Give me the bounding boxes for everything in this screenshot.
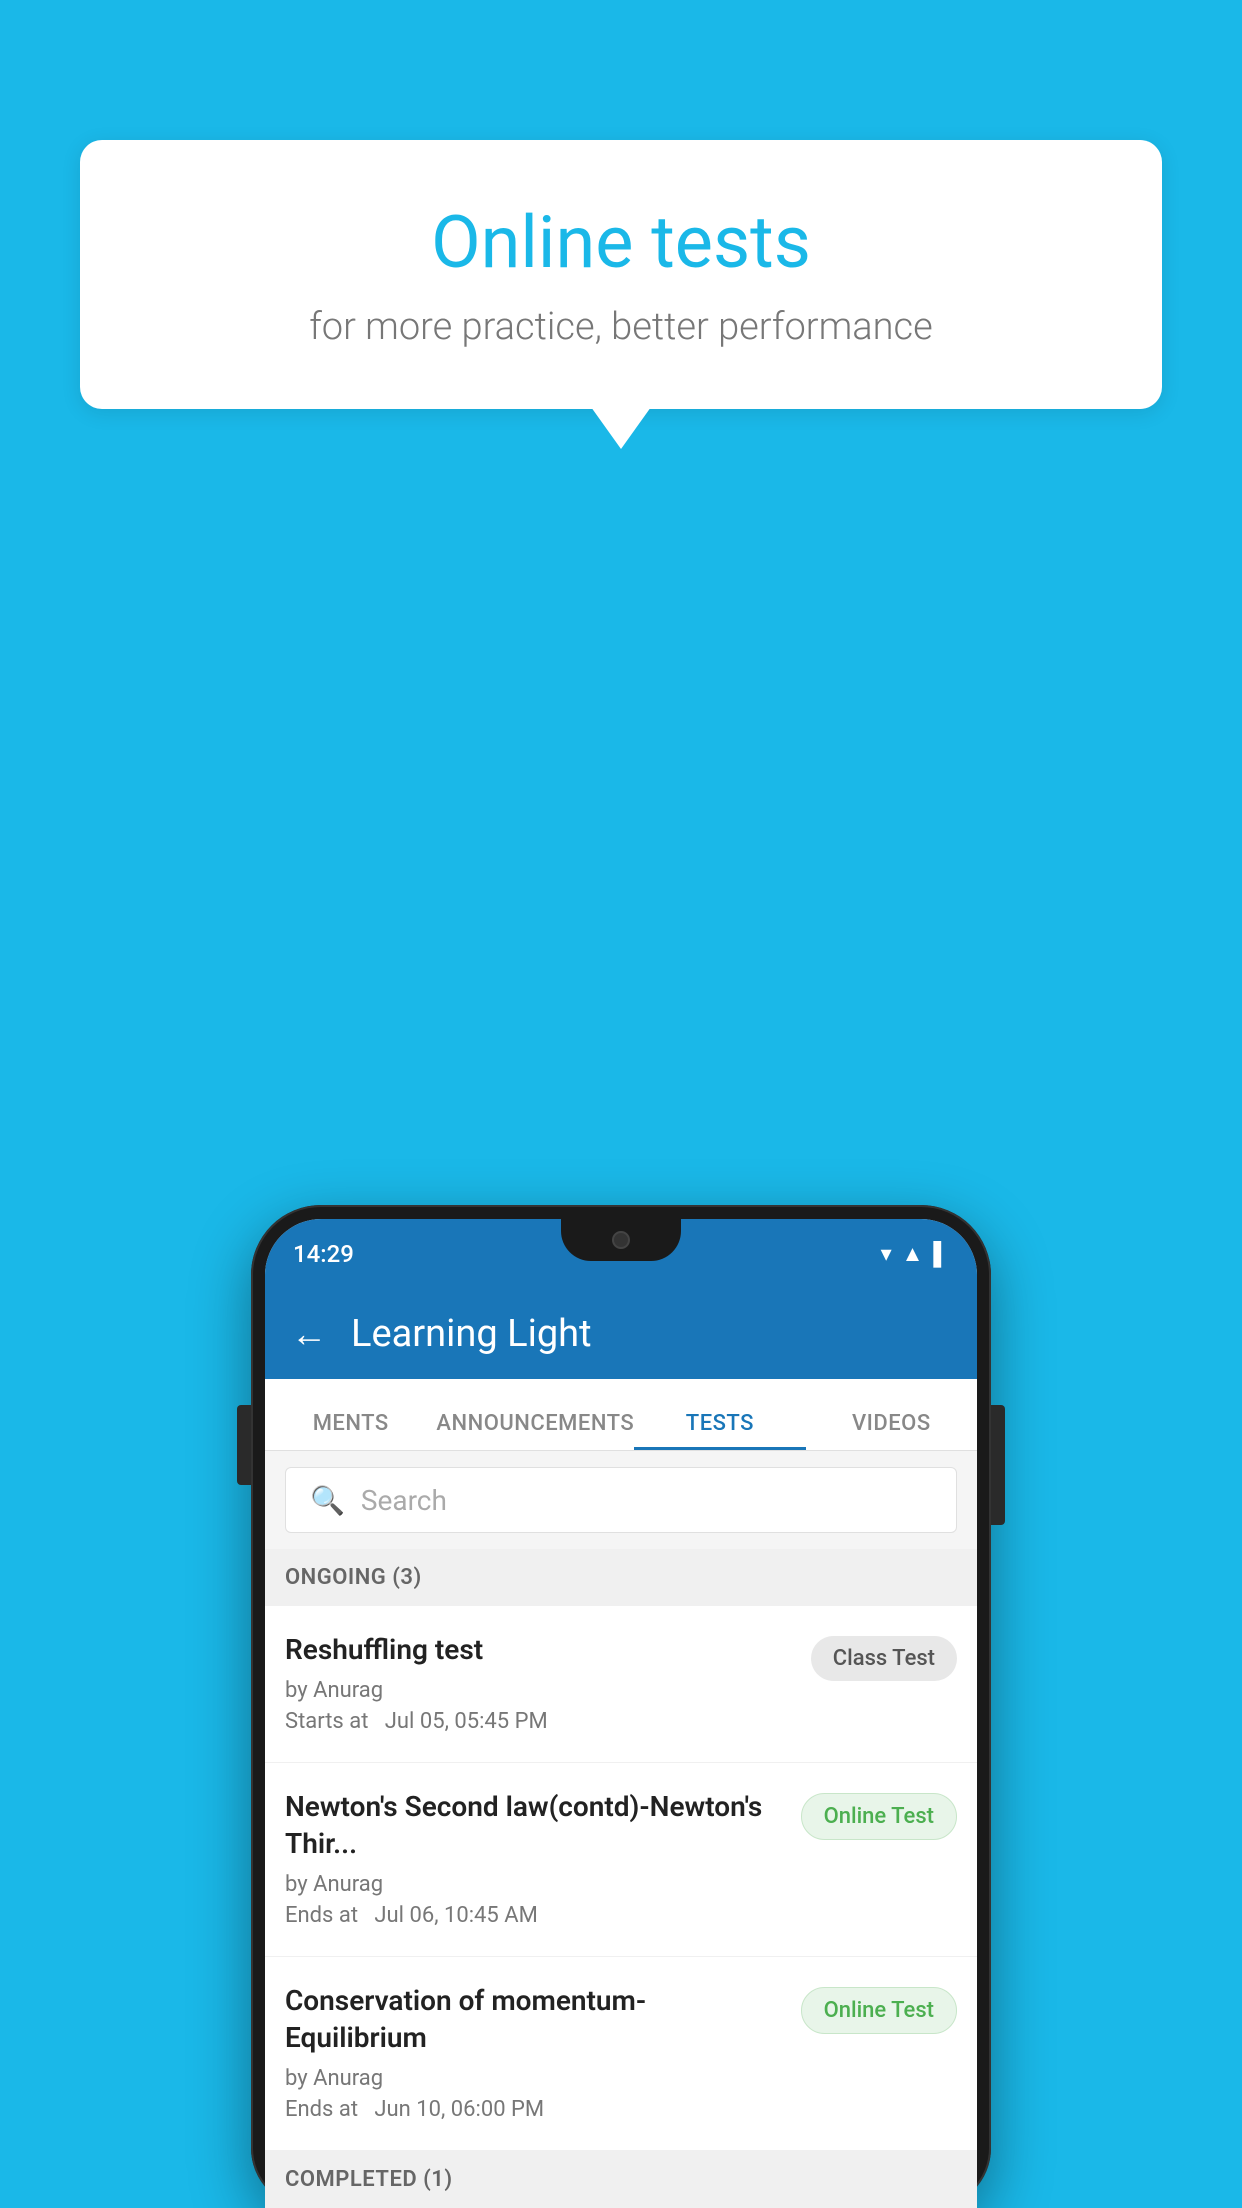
test-time-reshuffling: Starts at Jul 05, 05:45 PM	[285, 1709, 795, 1734]
speech-bubble: Online tests for more practice, better p…	[80, 140, 1162, 409]
test-by-reshuffling: by Anurag	[285, 1678, 795, 1703]
tab-tests[interactable]: TESTS	[634, 1411, 805, 1450]
search-container: 🔍 Search	[265, 1451, 977, 1549]
speech-bubble-subtitle: for more practice, better performance	[160, 305, 1082, 349]
status-icons: ▾ ▲ ▌	[881, 1241, 949, 1267]
test-name-reshuffling: Reshuffling test	[285, 1632, 795, 1668]
phone-wrapper: 14:29 ▾ ▲ ▌ ← Learning Light MENTS ANNOU…	[251, 1205, 991, 2208]
signal-icon: ▲	[902, 1241, 924, 1267]
wifi-icon: ▾	[881, 1242, 892, 1267]
speech-bubble-title: Online tests	[160, 200, 1082, 285]
test-by-newton: by Anurag	[285, 1872, 785, 1897]
badge-online-newton: Online Test	[801, 1793, 957, 1840]
test-info-newton: Newton's Second law(contd)-Newton's Thir…	[285, 1789, 785, 1928]
test-item-conservation[interactable]: Conservation of momentum-Equilibrium by …	[265, 1957, 977, 2151]
phone-outer: 14:29 ▾ ▲ ▌ ← Learning Light MENTS ANNOU…	[251, 1205, 991, 2208]
phone-screen: 14:29 ▾ ▲ ▌ ← Learning Light MENTS ANNOU…	[265, 1219, 977, 2208]
badge-class-reshuffling: Class Test	[811, 1636, 957, 1681]
test-time-conservation: Ends at Jun 10, 06:00 PM	[285, 2097, 785, 2122]
search-placeholder: Search	[361, 1484, 447, 1517]
back-button[interactable]: ←	[291, 1313, 327, 1355]
test-info-conservation: Conservation of momentum-Equilibrium by …	[285, 1983, 785, 2122]
tabs-bar: MENTS ANNOUNCEMENTS TESTS VIDEOS	[265, 1379, 977, 1451]
test-time-newton: Ends at Jul 06, 10:45 AM	[285, 1903, 785, 1928]
badge-online-conservation: Online Test	[801, 1987, 957, 2034]
app-bar: ← Learning Light	[265, 1289, 977, 1379]
camera-dot	[612, 1231, 630, 1249]
search-bar[interactable]: 🔍 Search	[285, 1467, 957, 1533]
test-name-conservation: Conservation of momentum-Equilibrium	[285, 1983, 785, 2056]
completed-section-header: COMPLETED (1)	[265, 2151, 977, 2208]
speech-bubble-container: Online tests for more practice, better p…	[80, 140, 1162, 409]
tab-ments[interactable]: MENTS	[265, 1411, 436, 1450]
notch	[561, 1219, 681, 1261]
tab-announcements[interactable]: ANNOUNCEMENTS	[436, 1411, 634, 1450]
search-icon: 🔍	[310, 1484, 345, 1517]
status-bar: 14:29 ▾ ▲ ▌	[265, 1219, 977, 1289]
battery-icon: ▌	[933, 1241, 949, 1267]
status-time: 14:29	[293, 1240, 354, 1268]
ongoing-section-header: ONGOING (3)	[265, 1549, 977, 1606]
test-info-reshuffling: Reshuffling test by Anurag Starts at Jul…	[285, 1632, 795, 1734]
test-by-conservation: by Anurag	[285, 2066, 785, 2091]
app-title: Learning Light	[351, 1312, 592, 1356]
test-name-newton: Newton's Second law(contd)-Newton's Thir…	[285, 1789, 785, 1862]
test-item-reshuffling[interactable]: Reshuffling test by Anurag Starts at Jul…	[265, 1606, 977, 1763]
test-item-newton[interactable]: Newton's Second law(contd)-Newton's Thir…	[265, 1763, 977, 1957]
tab-videos[interactable]: VIDEOS	[806, 1411, 977, 1450]
